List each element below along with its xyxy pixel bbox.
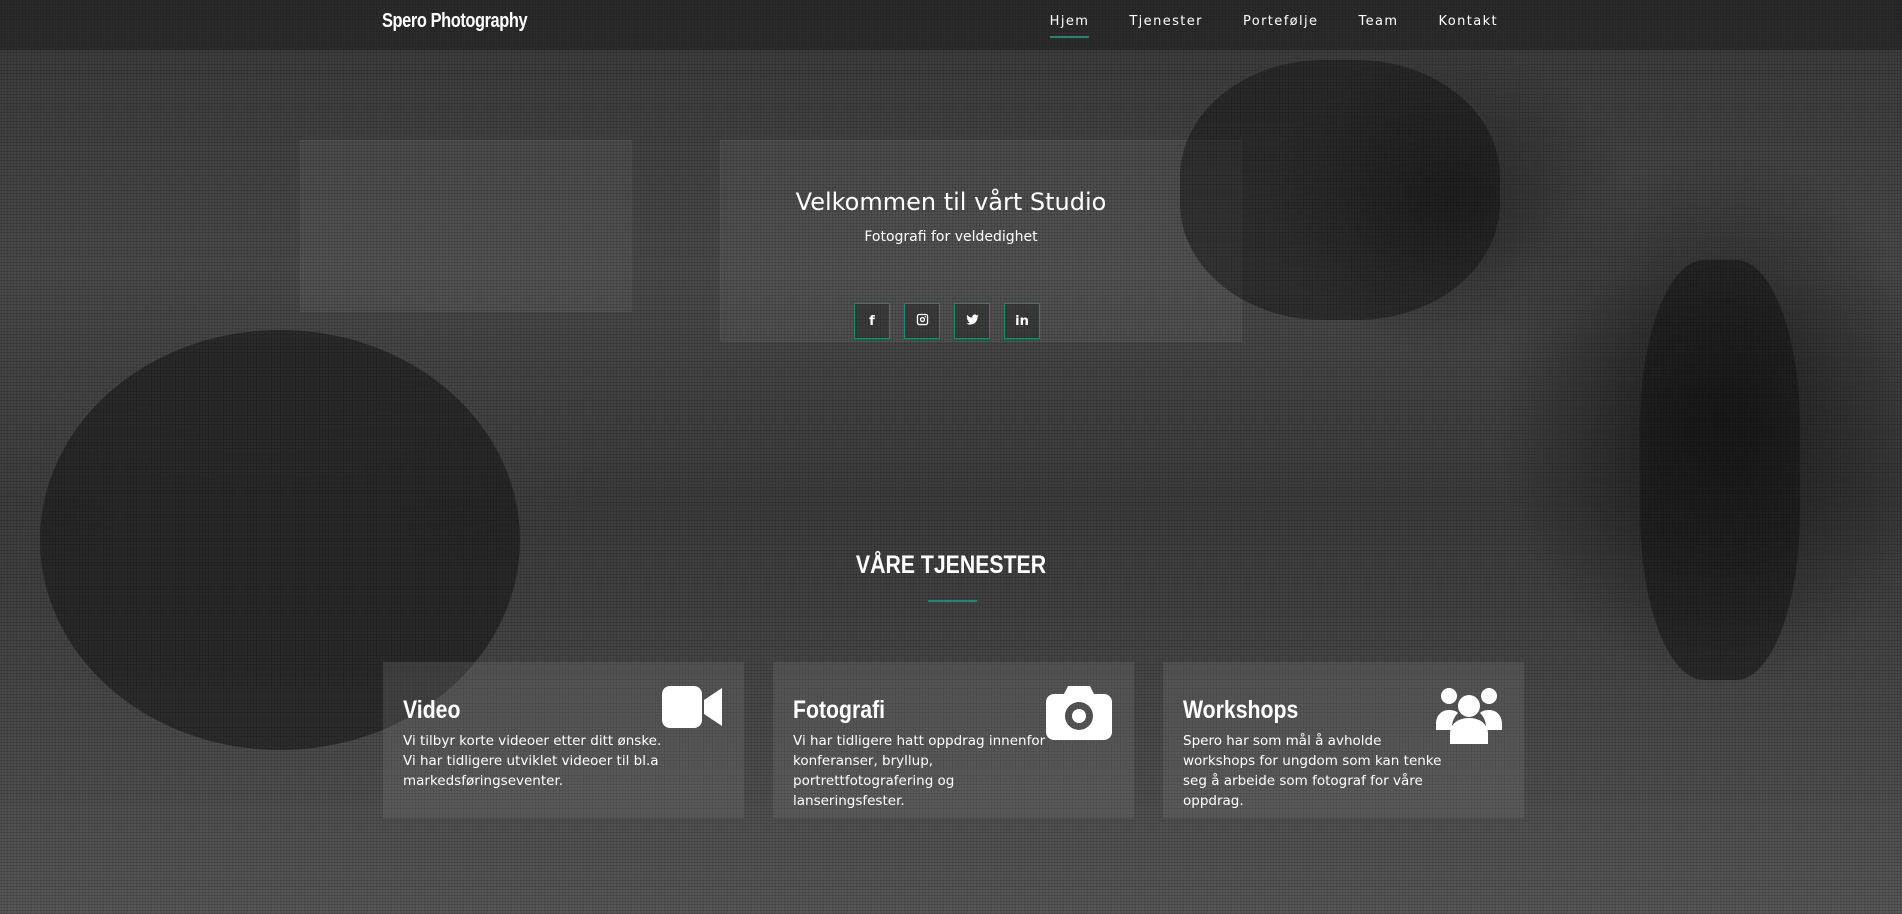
nav-item-team[interactable]: Team [1338, 0, 1418, 50]
video-camera-icon [662, 684, 722, 730]
card-text: Vi har tidligere hatt oppdrag innenfor k… [793, 733, 1046, 809]
instagram-button[interactable] [904, 303, 940, 339]
linkedin-icon: in [1015, 313, 1029, 329]
hero-subtitle: Fotografi for veldedighet [864, 229, 1038, 245]
camera-icon [1046, 684, 1112, 740]
facebook-button[interactable]: f [854, 303, 890, 339]
nav-menu: Hjem Tjenester Portefølje Team Kontakt [1030, 0, 1518, 50]
card-title: Workshops [1183, 696, 1299, 724]
services-title: VÅRE TJENESTER [855, 551, 1047, 579]
linkedin-button[interactable]: in [1004, 303, 1040, 339]
service-card-video: Video Vi tilbyr korte videoer etter ditt… [383, 662, 744, 818]
users-icon [1436, 684, 1502, 744]
nav-item-tjenester[interactable]: Tjenester [1109, 0, 1223, 50]
facebook-icon: f [869, 313, 875, 329]
nav-item-hjem[interactable]: Hjem [1030, 0, 1110, 50]
card-text: Vi tilbyr korte videoer etter ditt ønske… [403, 733, 662, 789]
instagram-icon [916, 313, 929, 330]
page: Spero Photography Hjem Tjenester Portefø… [0, 0, 1902, 914]
service-card-workshops: Workshops Spero har som mål å avholde wo… [1163, 662, 1524, 818]
card-title: Fotografi [793, 696, 886, 724]
services-cards: Video Vi tilbyr korte videoer etter ditt… [383, 662, 1524, 818]
services-title-underline [928, 600, 977, 602]
nav-item-kontakt[interactable]: Kontakt [1418, 0, 1518, 50]
hero-title: Velkommen til vårt Studio [795, 188, 1107, 216]
brand-logo[interactable]: Spero Photography [382, 10, 528, 33]
twitter-button[interactable] [954, 303, 990, 339]
nav-item-portefolje[interactable]: Portefølje [1223, 0, 1339, 50]
navbar: Spero Photography Hjem Tjenester Portefø… [0, 0, 1902, 51]
card-text: Spero har som mål å avholde workshops fo… [1183, 733, 1442, 809]
card-title: Video [403, 696, 461, 724]
service-card-fotografi: Fotografi Vi har tidligere hatt oppdrag … [773, 662, 1134, 818]
social-links: f in [854, 303, 1040, 339]
twitter-icon [965, 313, 979, 330]
